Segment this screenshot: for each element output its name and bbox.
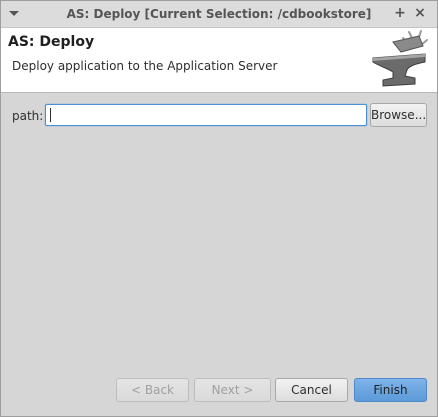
browse-button[interactable]: Browse... (370, 103, 427, 127)
page-title: AS: Deploy (8, 34, 95, 50)
title-bar[interactable]: AS: Deploy [Current Selection: /cdbookst… (1, 1, 437, 28)
window-title: AS: Deploy [Current Selection: /cdbookst… (66, 7, 372, 21)
close-icon[interactable]: × (411, 4, 429, 22)
cancel-button[interactable]: Cancel (275, 378, 348, 402)
anvil-icon (372, 30, 428, 87)
next-button[interactable]: Next > (194, 378, 271, 402)
finish-button[interactable]: Finish (354, 378, 427, 402)
plus-icon[interactable]: + (391, 4, 409, 22)
path-input[interactable] (45, 104, 367, 126)
text-caret (50, 108, 51, 122)
back-button[interactable]: < Back (116, 378, 189, 402)
wizard-header: AS: Deploy Deploy application to the App… (1, 28, 437, 93)
path-label: path: (12, 109, 44, 123)
deploy-dialog: AS: Deploy [Current Selection: /cdbookst… (0, 0, 438, 417)
page-description: Deploy application to the Application Se… (12, 59, 278, 73)
